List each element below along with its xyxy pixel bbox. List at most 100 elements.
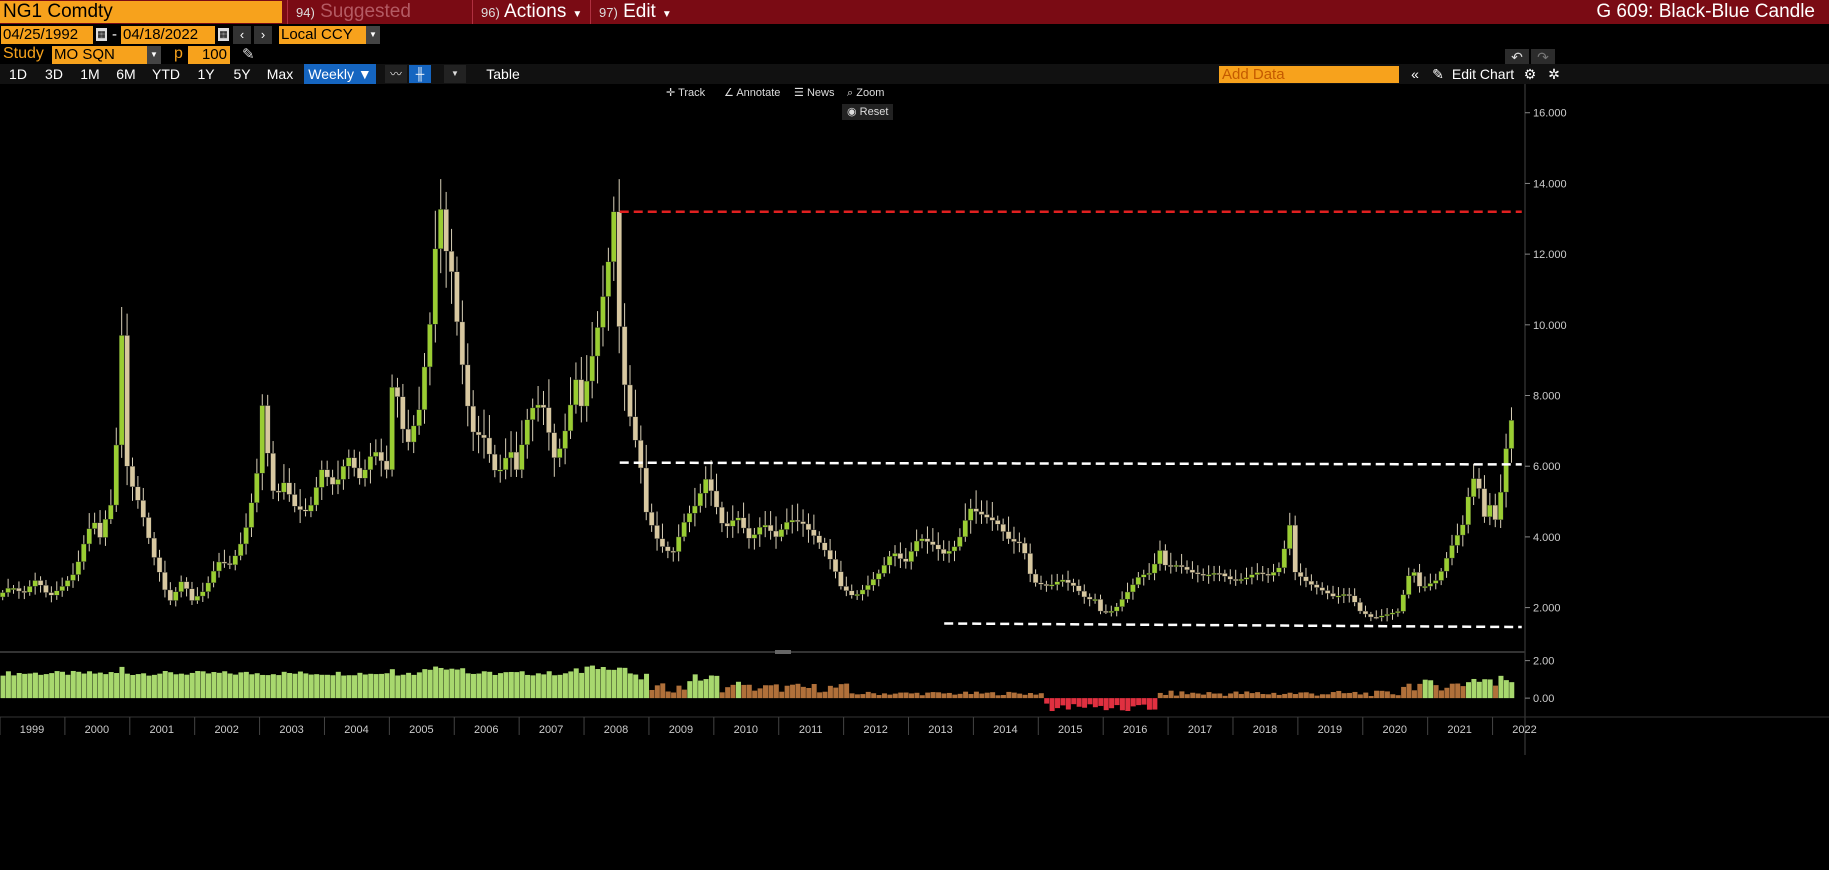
- osc-bar: [941, 693, 947, 699]
- candle-body: [1243, 577, 1250, 580]
- calendar-icon[interactable]: ▦: [96, 28, 107, 41]
- candle-body: [654, 525, 660, 539]
- candle-body: [1503, 448, 1509, 493]
- y-tick-label: 2.000: [1533, 603, 1561, 615]
- osc-bar: [319, 674, 325, 699]
- y-tick-label: 4.000: [1533, 532, 1561, 544]
- dropdown-caret-icon[interactable]: ▼: [444, 65, 466, 83]
- dropdown-caret-icon[interactable]: ▼: [366, 26, 380, 44]
- osc-bar: [930, 692, 936, 699]
- candle-body: [854, 594, 860, 597]
- period-1d-button[interactable]: 1D: [0, 64, 36, 84]
- osc-bar: [719, 692, 725, 699]
- candle-body: [713, 490, 720, 508]
- period-1y-button[interactable]: 1Y: [188, 64, 224, 84]
- actions-menu[interactable]: 96) Actions ▼: [472, 0, 588, 24]
- osc-bar: [1136, 698, 1142, 706]
- chevron-right-icon[interactable]: ›: [254, 26, 272, 44]
- osc-bar: [562, 673, 568, 699]
- osc-bar: [768, 685, 774, 699]
- candle-body: [1260, 572, 1266, 575]
- price-chart[interactable]: 16.000 14.000 12.000 10.000 8.000 6.000 4.000 2…: [0, 84, 1829, 854]
- edit-menu[interactable]: 97) Edit ▼: [590, 0, 672, 24]
- double-chevron-left-icon[interactable]: «: [1405, 64, 1425, 84]
- osc-bar: [514, 672, 520, 699]
- calendar-icon[interactable]: ▦: [218, 28, 229, 41]
- candle-body: [340, 466, 347, 480]
- osc-bar: [1476, 681, 1482, 699]
- panel-resize-handle[interactable]: [775, 650, 791, 654]
- osc-bar: [1168, 690, 1174, 699]
- edit-pencil-icon[interactable]: ✎: [1430, 64, 1446, 84]
- edit-chart-button[interactable]: Edit Chart: [1447, 64, 1519, 84]
- y-tick-label: 16.000: [1533, 108, 1567, 120]
- gear-icon[interactable]: ✲: [1545, 64, 1563, 84]
- candle-body: [870, 579, 877, 586]
- osc-bar: [1071, 698, 1077, 705]
- period-max-button[interactable]: Max: [260, 64, 300, 84]
- osc-bar: [1411, 690, 1417, 699]
- osc-bar: [249, 674, 255, 699]
- candle-body: [205, 582, 211, 592]
- period-5y-button[interactable]: 5Y: [224, 64, 260, 84]
- menu-number: 97): [599, 5, 618, 20]
- osc-bar: [54, 671, 60, 699]
- osc-bar: [476, 673, 482, 699]
- period-1m-button[interactable]: 1M: [72, 64, 108, 84]
- osc-bar: [1422, 679, 1428, 699]
- osc-bar: [735, 681, 741, 699]
- candle-body: [405, 428, 411, 443]
- period-6m-button[interactable]: 6M: [108, 64, 144, 84]
- start-date-field[interactable]: 04/25/1992: [1, 26, 93, 44]
- ticker-field[interactable]: NG1 Comdty: [0, 1, 282, 23]
- period-ytd-button[interactable]: YTD: [144, 64, 188, 84]
- osc-bar: [681, 689, 687, 699]
- currency-select[interactable]: Local CCY: [279, 26, 366, 44]
- candle-body: [329, 476, 336, 485]
- candle-body: [886, 556, 893, 566]
- menu-number: 94): [296, 5, 315, 20]
- candle-body: [454, 271, 460, 323]
- candle-body: [876, 573, 882, 580]
- add-data-input[interactable]: [1219, 66, 1399, 83]
- candle-body: [686, 513, 693, 523]
- frequency-select[interactable]: Weekly ▼: [304, 64, 376, 84]
- osc-bar: [1487, 679, 1493, 699]
- candle-body: [59, 586, 65, 591]
- end-date-field[interactable]: 04/18/2022: [121, 26, 215, 44]
- osc-bar: [454, 669, 460, 699]
- osc-bar: [968, 694, 974, 699]
- osc-bar: [541, 674, 547, 699]
- settings-icon[interactable]: ⚙: [1522, 64, 1538, 84]
- osc-bar: [1444, 687, 1450, 699]
- candle-body: [1249, 574, 1255, 578]
- candle-body: [600, 296, 606, 328]
- candle-chart-icon[interactable]: ╫: [409, 65, 431, 83]
- candles: [0, 179, 1515, 622]
- osc-bar: [1114, 698, 1120, 706]
- chevron-left-icon[interactable]: ‹: [233, 26, 251, 44]
- candle-body: [1016, 541, 1023, 544]
- period-field[interactable]: 100: [188, 46, 230, 64]
- dropdown-caret-icon[interactable]: ▼: [147, 46, 161, 64]
- candle-body: [221, 561, 228, 564]
- osc-bar: [1249, 693, 1255, 699]
- candle-body: [1497, 491, 1504, 521]
- suggested-charts-menu[interactable]: 94) Suggested Charts: [287, 0, 470, 47]
- candle-body: [1195, 572, 1201, 575]
- osc-bar: [1303, 692, 1309, 699]
- table-button[interactable]: Table: [473, 64, 533, 84]
- candle-body: [43, 584, 49, 593]
- study-select[interactable]: MO SQN: [52, 46, 147, 64]
- period-3d-button[interactable]: 3D: [36, 64, 72, 84]
- osc-bar: [881, 693, 887, 699]
- pencil-icon[interactable]: ✎: [242, 45, 255, 63]
- osc-bar: [400, 674, 406, 699]
- candle-body: [794, 519, 801, 522]
- line-chart-icon[interactable]: 〰: [385, 65, 407, 83]
- osc-bar: [903, 692, 909, 699]
- candle-body: [10, 587, 17, 590]
- osc-bar: [357, 672, 363, 699]
- y-tick-label: 14.000: [1533, 178, 1567, 190]
- candle-body: [789, 519, 795, 523]
